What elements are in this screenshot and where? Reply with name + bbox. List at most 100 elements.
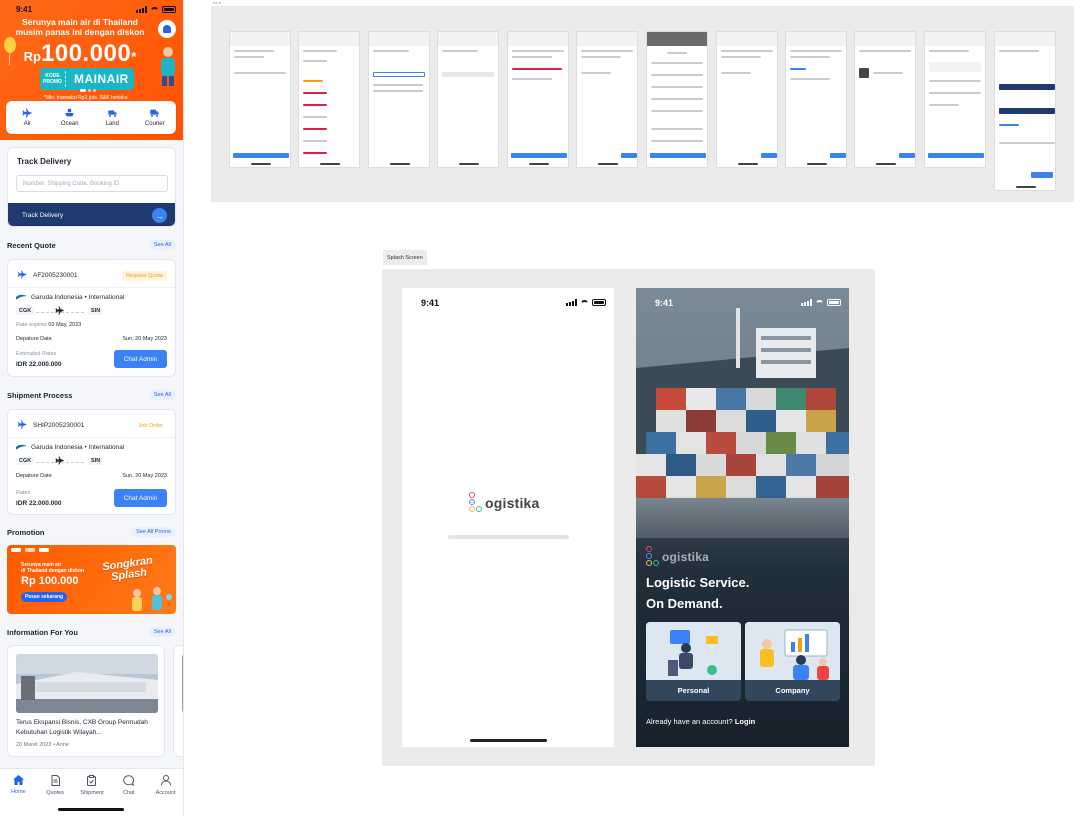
mini-screen[interactable]	[229, 31, 291, 168]
shipment-see-all[interactable]: See All	[148, 390, 176, 400]
status-bar: 9:41	[0, 4, 183, 16]
mini-screen[interactable]	[368, 31, 430, 168]
airline-logo-icon	[16, 444, 27, 450]
login-prompt-text: Already have an account?	[646, 717, 733, 726]
personal-option[interactable]: Personal	[646, 622, 741, 701]
route: CGK SIN	[16, 306, 106, 317]
promotion-banner[interactable]: Serunya main air di Thailand dengan disk…	[7, 545, 176, 614]
rates-label: Estimated Rates	[16, 351, 57, 357]
mini-screen[interactable]	[298, 31, 360, 168]
information-see-all[interactable]: See All	[148, 627, 176, 637]
mode-air[interactable]: Air	[6, 101, 49, 134]
route: CGK SIN	[16, 456, 106, 467]
promo-code-box: KODE PROMO MAINAIR	[40, 68, 134, 90]
arrow-right-icon: →	[152, 208, 167, 223]
battery-icon	[162, 6, 176, 13]
recent-quote-see-all[interactable]: See All	[148, 240, 176, 250]
mode-ocean[interactable]: Ocean	[49, 101, 92, 134]
divider	[8, 437, 175, 438]
mini-screen[interactable]	[785, 31, 847, 168]
see-all-promo[interactable]: See All Promo	[131, 527, 176, 537]
signal-icon	[566, 299, 577, 306]
people-splash-illustration-icon	[132, 587, 172, 611]
chat-admin-button[interactable]: Chat Admin	[114, 350, 167, 368]
information-title: Information For You	[7, 628, 78, 637]
mini-screen[interactable]	[646, 31, 708, 168]
mode-courier[interactable]: Courier	[134, 101, 177, 134]
article-meta: 20 Maret 2023 • Anne	[16, 742, 69, 748]
mode-air-label: Air	[23, 121, 31, 127]
mini-screen[interactable]	[994, 31, 1056, 191]
flow-canvas-label: ▪▪▪ ▪▪	[213, 0, 222, 5]
logo-mark-icon	[469, 492, 485, 514]
partner-logo-icon	[25, 548, 35, 552]
rates-value: IDR 22.000.000	[16, 500, 62, 507]
shipping-mode-selector: Air Ocean Land Courier	[6, 101, 176, 134]
mini-screen[interactable]	[854, 31, 916, 168]
battery-icon	[592, 299, 606, 306]
divider	[8, 287, 175, 288]
promotion-header: Promotion See All Promo	[7, 527, 176, 539]
shipment-id: SHIP2005230001	[33, 422, 85, 429]
brand-logo: ogistika	[469, 492, 540, 514]
courier-truck-icon	[150, 109, 159, 117]
company-option[interactable]: Company	[745, 622, 840, 701]
mode-land[interactable]: Land	[91, 101, 134, 134]
quote-id: AF2005230001	[33, 272, 78, 279]
rates-value: IDR 22.000.000	[16, 361, 62, 368]
partner-logos	[11, 548, 49, 552]
promotion-text-line-2: di Thailand dengan diskon	[21, 568, 85, 574]
tab-account[interactable]: Account	[147, 769, 183, 816]
headline-line-1: Logistic Service.	[646, 575, 750, 590]
company-illustration	[745, 622, 840, 680]
recent-quote-header: Recent Quote See All	[7, 240, 176, 252]
carousel-dots[interactable]	[80, 89, 96, 92]
mini-screen[interactable]	[507, 31, 569, 168]
status-bar: 9:41	[402, 297, 614, 309]
book-now-button[interactable]: Pesan sekarang	[21, 592, 68, 602]
origin-code: CGK	[16, 457, 35, 465]
mini-screen[interactable]	[924, 31, 986, 168]
ship-icon	[65, 108, 74, 117]
wifi-icon	[150, 6, 159, 13]
banner-headline-2: musim panas ini dengan diskon	[15, 27, 145, 37]
mode-ocean-label: Ocean	[60, 121, 79, 127]
tracking-number-input[interactable]: Number, Shipping Code, Booking ID	[16, 175, 168, 192]
brand-name: ogistika	[485, 495, 540, 511]
mini-screen[interactable]	[437, 31, 499, 168]
track-delivery-button[interactable]: Track Delivery →	[8, 203, 175, 226]
splash-loading-screen: 9:41	[402, 288, 614, 747]
shipment-card[interactable]: SHIP2005230001 Job Order Garuda Indonesi…	[7, 409, 176, 515]
shipment-process-header: Shipment Process See All	[7, 390, 176, 402]
chat-admin-button[interactable]: Chat Admin	[114, 489, 167, 507]
partner-logo-icon	[11, 548, 21, 552]
login-prompt: Already have an account? Login	[646, 717, 755, 726]
bell-icon	[163, 25, 171, 33]
mode-land-label: Land	[105, 121, 119, 127]
person-illustration-icon	[161, 47, 175, 86]
plane-icon	[18, 270, 27, 279]
track-delivery-title: Track Delivery	[17, 157, 72, 166]
track-delivery-button-label: Track Delivery	[22, 212, 64, 219]
login-link[interactable]: Login	[735, 717, 755, 726]
information-header: Information For You See All	[7, 627, 176, 639]
article-card[interactable]: Terus Ekspansi Bisnis, CXB Group Permuda…	[7, 645, 165, 757]
loading-bar	[448, 535, 569, 539]
notification-button[interactable]	[158, 20, 176, 38]
promotion-headline: Songkran Splash	[102, 555, 155, 585]
article-card-next[interactable]	[173, 645, 183, 757]
tab-home[interactable]: Home	[0, 769, 37, 816]
promotion-amount: Rp 100.000	[21, 575, 79, 587]
mini-screen[interactable]	[576, 31, 638, 168]
departure-value: Sun, 20 May 2023	[122, 336, 167, 342]
airline-logo-icon	[16, 294, 27, 300]
status-time: 9:41	[655, 298, 674, 308]
home-icon	[12, 775, 24, 785]
tab-account-label: Account	[155, 790, 176, 796]
promo-code-value: MAINAIR	[74, 72, 129, 86]
recent-quote-card[interactable]: AF2005230001 Request Quote Garuda Indone…	[7, 259, 176, 377]
personal-option-label: Personal	[677, 686, 710, 695]
mini-screen[interactable]	[716, 31, 778, 168]
brand-name: ogistika	[662, 550, 709, 564]
plane-icon	[18, 420, 27, 429]
